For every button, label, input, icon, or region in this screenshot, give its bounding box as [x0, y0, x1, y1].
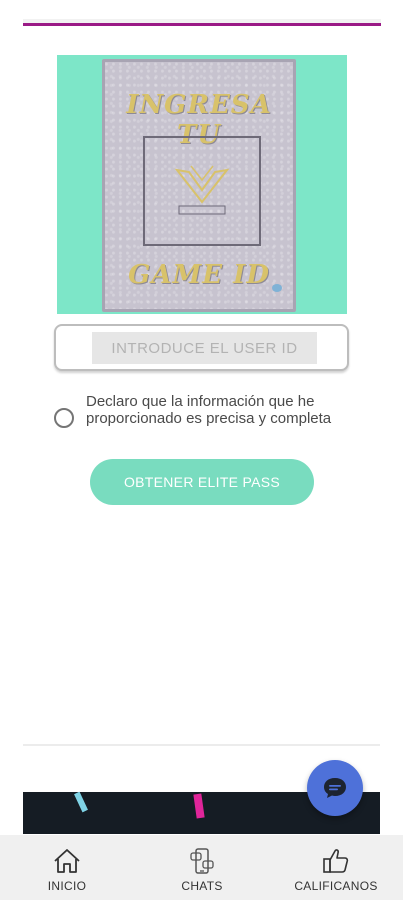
tab-calificanos[interactable]: CALIFICANOS	[288, 835, 384, 900]
declaration-checkbox[interactable]	[54, 408, 74, 428]
userid-input[interactable]	[92, 332, 317, 364]
chat-fab-button[interactable]	[307, 760, 363, 816]
tab-inicio-label: INICIO	[47, 879, 87, 893]
corner-badge-icon	[272, 284, 282, 292]
game-logo-icon	[174, 165, 230, 215]
thumbs-up-icon	[323, 849, 349, 873]
obtain-elite-pass-button[interactable]: OBTENER ELITE PASS	[90, 459, 314, 505]
confetti-piece	[193, 793, 205, 819]
game-id-card: INGRESA TU GAME ID	[102, 59, 296, 312]
chats-icon	[190, 848, 214, 874]
tab-chats[interactable]: CHATS	[170, 835, 234, 900]
declaration-text: Declaro que la información que he propor…	[86, 393, 332, 427]
bottom-tab-bar: INICIO CHATS CALIFICANOS	[0, 835, 403, 900]
home-icon	[54, 849, 80, 873]
logo-frame	[143, 136, 261, 246]
top-divider-bar	[23, 23, 381, 26]
top-divider	[23, 19, 381, 26]
tab-inicio[interactable]: INICIO	[36, 835, 98, 900]
chat-bubble-icon	[324, 778, 346, 798]
banner-title-line2: GAME ID	[128, 260, 270, 290]
game-id-banner: INGRESA TU GAME ID	[57, 55, 347, 314]
tab-chats-label: CHATS	[181, 879, 223, 893]
userid-field-container	[54, 324, 349, 371]
tab-calificanos-label: CALIFICANOS	[294, 879, 378, 893]
confetti-piece	[74, 791, 88, 813]
